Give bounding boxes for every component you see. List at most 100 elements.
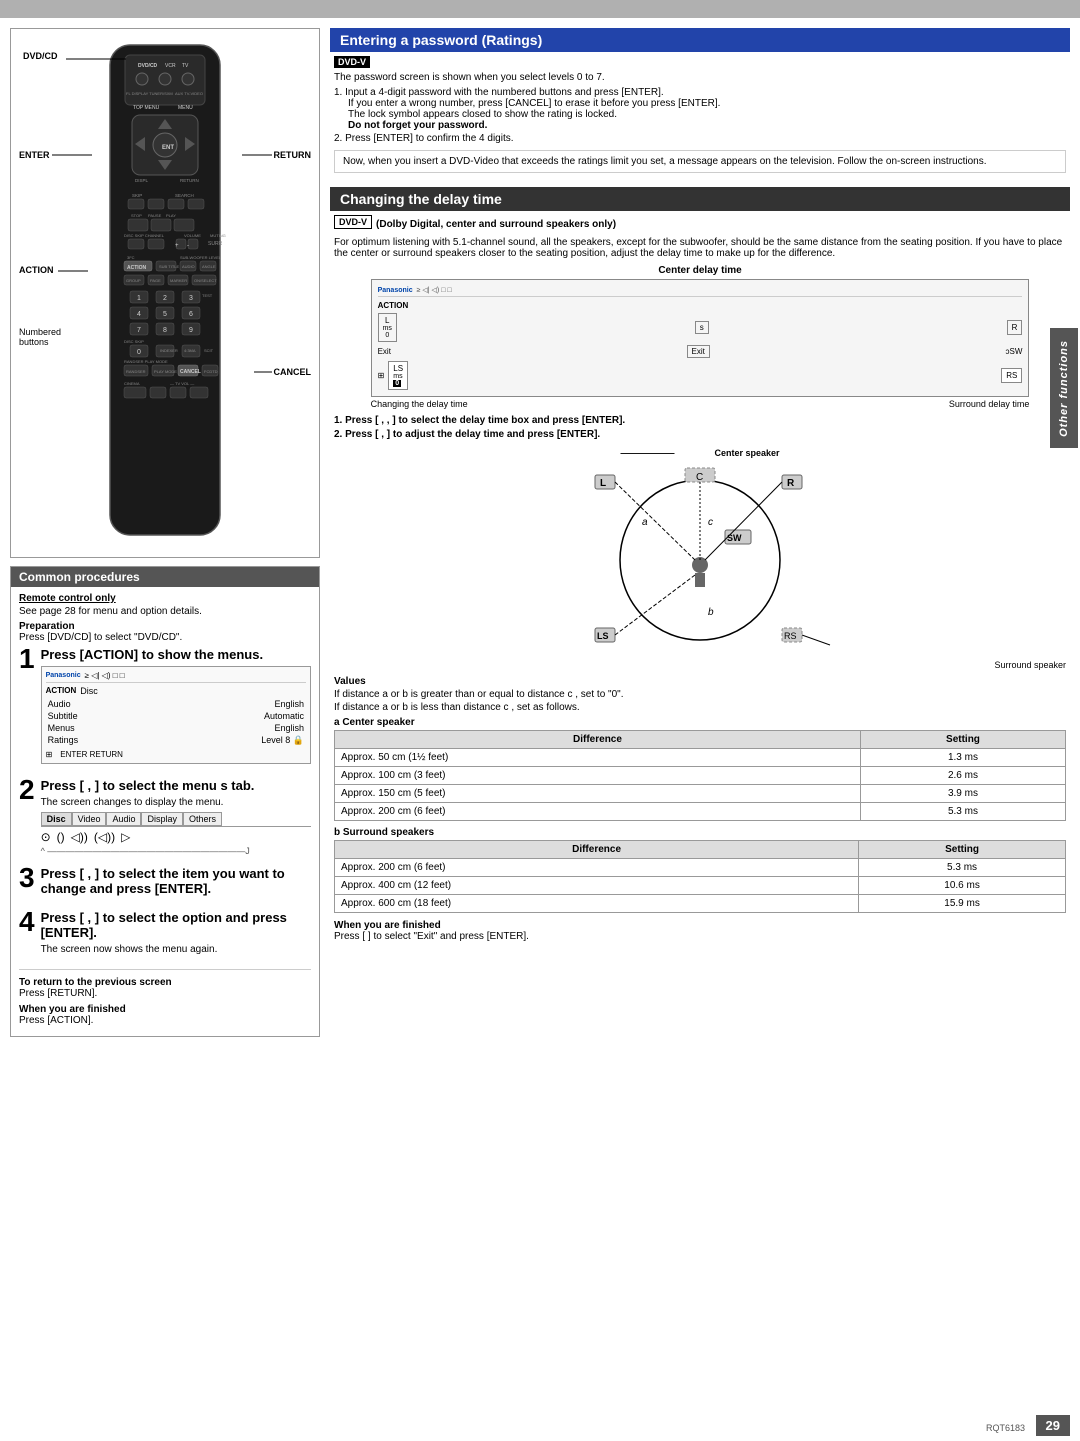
tab-audio[interactable]: Audio (106, 812, 141, 826)
surround-row1-diff: Approx. 200 cm (6 feet) (335, 859, 859, 877)
step-1-number: 1 (19, 645, 35, 768)
center-speaker-table-title: a Center speaker (334, 717, 1066, 728)
return-footer-text: Press [RETURN]. (19, 988, 311, 999)
svg-text:PLAY: PLAY (166, 213, 176, 218)
surround-speaker-label: Surround speaker (334, 660, 1066, 670)
action-badge: ACTION (46, 686, 77, 696)
changing-delay-header: Changing the delay time (330, 187, 1070, 211)
return-label: RETURN (242, 150, 312, 160)
password-intro: The password screen is shown when you se… (334, 72, 1066, 83)
svg-text:6: 6 (189, 311, 193, 318)
center-speaker-table: Difference Setting Approx. 50 cm (1½ fee… (334, 730, 1066, 821)
step-3-number: 3 (19, 864, 35, 900)
step-3-content: Press [ , ] to select the item you want … (41, 866, 311, 900)
common-procedures-section: Common procedures Remote control only Se… (10, 566, 320, 1037)
svg-text:0: 0 (137, 349, 141, 356)
screen-icons: ≥ ◁| ◁) □ □ (85, 671, 125, 680)
step-3: 3 Press [ , ] to select the item you wan… (19, 866, 311, 900)
values-text1: If distance a or b is greater than or eq… (334, 689, 1066, 700)
dvd-cd-label: DVD/CD (23, 51, 58, 61)
center-row1-setting: 1.3 ms (860, 749, 1065, 767)
diagram-action: ACTION (378, 301, 1023, 310)
entering-password-section: Entering a password (Ratings) DVD-V The … (330, 28, 1070, 179)
center-row4-setting: 5.3 ms (860, 803, 1065, 821)
surround-row1-setting: 5.3 ms (859, 859, 1066, 877)
svg-text:SEARCH: SEARCH (175, 193, 194, 198)
svg-text:5: 5 (163, 311, 167, 318)
svg-text:3: 3 (189, 295, 193, 302)
step-2: 2 Press [ , ] to select the menu s tab. … (19, 778, 311, 856)
svg-text:TEST: TEST (202, 293, 213, 298)
svg-text:ENT: ENT (162, 145, 174, 151)
changing-delay-body: DVD-V (Dolby Digital, center and surroun… (330, 215, 1070, 942)
exit-row: Exit Exit ↄSW (378, 345, 1023, 358)
center-row3-setting: 3.9 ms (860, 785, 1065, 803)
finished-footer-text: Press [ACTION]. (19, 1015, 311, 1026)
svg-text:MUTING: MUTING (210, 233, 226, 238)
svg-text:GROUP: GROUP (126, 278, 141, 283)
svg-text:R: R (787, 478, 795, 489)
audio-value: English (274, 699, 304, 709)
step-4-number: 4 (19, 908, 35, 959)
svg-text:LS: LS (597, 631, 609, 641)
see-page-text: See page 28 for menu and option details. (19, 606, 311, 617)
diagram-bottom-labels: Changing the delay time Surround delay t… (371, 399, 1030, 409)
ls-rs-row: ⊞ LS ms0 RS (378, 361, 1023, 390)
center-delay-diagram: Center delay time Panasonic ≥ ◁| ◁) □ □ … (334, 265, 1066, 409)
tab-disc[interactable]: Disc (41, 812, 72, 826)
ratings-label: Ratings (48, 735, 79, 746)
svg-text:9: 9 (189, 327, 193, 334)
press-instruction-2: 2. Press [ , ] to adjust the delay time … (334, 429, 1066, 440)
center-table-row-4: Approx. 200 cm (6 feet) 5.3 ms (335, 803, 1066, 821)
rs-cell: RS (1001, 368, 1022, 383)
page-number: 29 (1036, 1415, 1070, 1436)
action-label: ACTION (19, 265, 88, 275)
svg-text:PLAY MODE: PLAY MODE (154, 369, 177, 374)
svg-text:C: C (696, 472, 703, 483)
disc-label: Disc (80, 686, 98, 696)
display-icon: (◁)) (94, 830, 115, 844)
exit-btn[interactable]: Exit (687, 345, 710, 358)
step-1-screen: Panasonic ≥ ◁| ◁) □ □ ACTION Disc Audio … (41, 666, 311, 764)
svg-text:RANDSER PLAY MODE: RANDSER PLAY MODE (124, 359, 168, 364)
svg-text:AUX TV-VIDEO: AUX TV-VIDEO (175, 91, 203, 96)
svg-text:1: 1 (137, 295, 141, 302)
sw-indicator: ↄSW (1006, 347, 1023, 356)
svg-text:TV: TV (182, 63, 189, 69)
center-row4-diff: Approx. 200 cm (6 feet) (335, 803, 861, 821)
svg-text:CINEMA: CINEMA (124, 381, 140, 386)
finished-footer-label: When you are finished (19, 1004, 126, 1015)
rqt-code: RQT6183 (986, 1423, 1025, 1433)
surround-row3-setting: 15.9 ms (859, 895, 1066, 913)
select-icon-small: ⊞ (378, 371, 385, 380)
svg-text:+: + (175, 243, 179, 249)
remote-control-only-label: Remote control only (19, 593, 311, 604)
speaker-top-labels: —————— Center speaker (620, 448, 779, 458)
delay-dvd-badge: DVD-V (334, 215, 372, 229)
remote-image: DVD/CD VCR TV FL DISPLAY TUNER/SXM AUX T… (19, 37, 311, 547)
svg-text:AUDIO: AUDIO (182, 264, 195, 269)
tab-display[interactable]: Display (141, 812, 183, 826)
other-functions-label: Other functions (1058, 340, 1070, 437)
surround-row2-setting: 10.6 ms (859, 877, 1066, 895)
when-finished-text: Press [ ] to select "Exit" and press [EN… (334, 931, 1066, 942)
svg-text:SW: SW (727, 533, 742, 543)
center-table-row-3: Approx. 150 cm (5 feet) 3.9 ms (335, 785, 1066, 803)
preparation-text: Press [DVD/CD] to select "DVD/CD". (19, 632, 311, 643)
delay-cell-L: Lms0 (378, 313, 397, 342)
tab-others[interactable]: Others (183, 812, 222, 826)
svg-text:VCR: VCR (165, 63, 176, 69)
screen-header: Panasonic ≥ ◁| ◁) □ □ (46, 671, 306, 683)
tab-video[interactable]: Video (72, 812, 107, 826)
page: DVD/CD DVD/CD VCR TV (0, 0, 1080, 1441)
svg-text:RANDSER: RANDSER (126, 369, 146, 374)
center-speaker-top-arrow: —————— (620, 448, 674, 458)
subtitle-label: Subtitle (48, 711, 78, 721)
svg-text:ON/SELECT: ON/SELECT (194, 278, 217, 283)
when-finished-label: When you are finished (334, 920, 441, 931)
center-table-row-1: Approx. 50 cm (1½ feet) 1.3 ms (335, 749, 1066, 767)
svg-text:PAGE: PAGE (150, 278, 161, 283)
svg-text:MENU: MENU (178, 105, 193, 111)
changing-delay-section: Changing the delay time DVD-V (Dolby Dig… (330, 187, 1070, 946)
center-speaker-label-top: Center speaker (714, 448, 779, 458)
